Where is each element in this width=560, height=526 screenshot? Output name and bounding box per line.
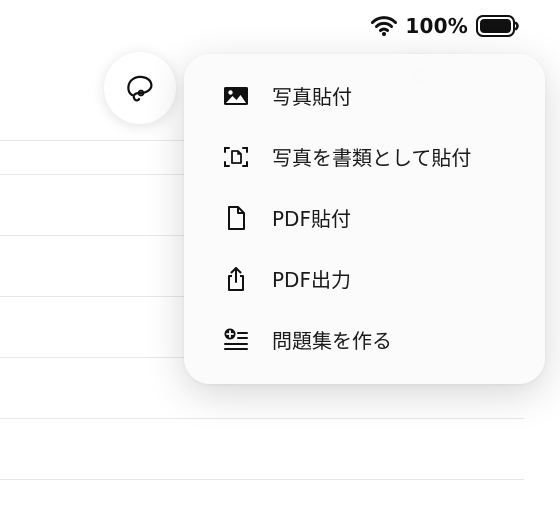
document-icon [221,203,251,233]
menu-item-label: PDF貼付 [272,207,351,231]
page-line [0,357,185,358]
battery-percent: 100% [405,14,468,38]
document-scan-icon [221,142,251,172]
menu-item-paste-pdf[interactable]: PDF貼付 [184,187,545,248]
page-line [0,418,524,419]
menu-item-label: 写真を書類として貼付 [272,146,472,170]
menu-item-create-question-set[interactable]: 問題集を作る [184,309,545,370]
status-bar: 100% [371,12,520,40]
menu-item-label: 写真貼付 [272,85,352,109]
page-line [0,296,185,297]
add-list-icon [221,325,251,355]
menu-item-label: PDF出力 [272,268,351,292]
share-icon [221,264,251,294]
menu-item-paste-photo-as-document[interactable]: 写真を書類として貼付 [184,126,545,187]
lasso-tool-button[interactable] [104,52,176,124]
page-line [0,235,185,236]
page-line [0,140,185,141]
page-line [0,174,185,175]
context-menu: 写真貼付 写真を書類として貼付 PDF貼付 PDF出力 問題集を作る [184,54,545,384]
battery-icon [476,15,519,37]
photo-icon [221,81,251,111]
menu-item-paste-photo[interactable]: 写真貼付 [184,65,545,126]
menu-item-label: 問題集を作る [272,329,392,353]
wifi-icon [371,16,398,36]
lasso-icon [127,75,153,102]
menu-item-export-pdf[interactable]: PDF出力 [184,248,545,309]
page-line [0,479,524,480]
